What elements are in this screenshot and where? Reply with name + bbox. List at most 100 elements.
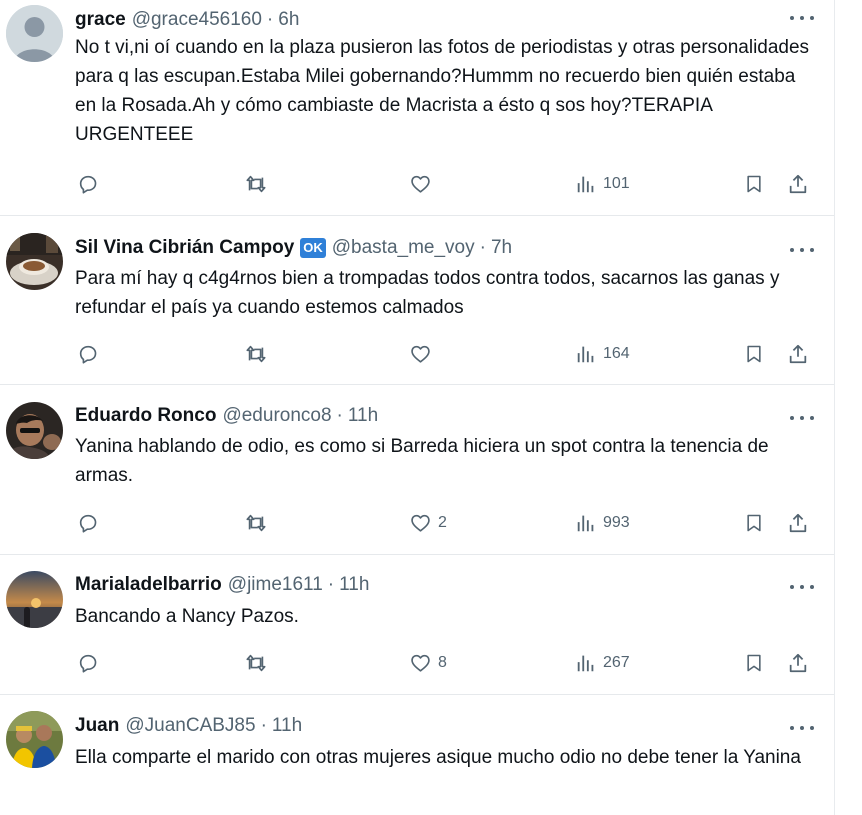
views-button[interactable]: 101: [575, 170, 630, 198]
tweet[interactable]: Juan @JuanCABJ85 · 11h Ella comparte el …: [0, 694, 834, 815]
retweet-button[interactable]: [244, 649, 268, 677]
avatar[interactable]: [6, 233, 63, 290]
retweet-icon: [246, 345, 266, 363]
reply-button[interactable]: [77, 649, 99, 677]
share-button[interactable]: [787, 340, 809, 368]
like-count: 2: [438, 514, 447, 531]
default-avatar-icon: [6, 5, 63, 62]
retweet-button[interactable]: [244, 509, 268, 537]
timestamp[interactable]: 11h: [339, 574, 369, 596]
reply-icon: [79, 654, 97, 673]
tweet-text: Bancando a Nancy Pazos.: [75, 606, 299, 627]
reply-button[interactable]: [77, 340, 99, 368]
author-handle[interactable]: @jime1611: [228, 574, 323, 596]
avatar[interactable]: [6, 711, 63, 768]
tweet-text: No t vi,ni oí cuando en la plaza pusiero…: [75, 37, 810, 145]
view-count: 993: [603, 514, 630, 531]
author-handle[interactable]: @eduronco8: [222, 405, 331, 427]
author-name[interactable]: Marialadelbarrio: [75, 574, 222, 596]
analytics-icon: [577, 346, 594, 363]
bookmark-icon: [747, 654, 761, 672]
share-icon: [789, 174, 807, 194]
tweet-header: Sil Vina Cibrián Campoy OK @basta_me_voy…: [75, 235, 512, 261]
views-button[interactable]: 164: [575, 340, 630, 368]
views-button[interactable]: 267: [575, 649, 630, 677]
bookmark-button[interactable]: [744, 170, 764, 198]
more-options-icon[interactable]: [790, 579, 814, 595]
author-name[interactable]: Juan: [75, 715, 119, 737]
more-options-icon[interactable]: [790, 410, 814, 426]
views-button[interactable]: 993: [575, 509, 630, 537]
tweet[interactable]: Sil Vina Cibrián Campoy OK @basta_me_voy…: [0, 215, 834, 385]
avatar[interactable]: [6, 5, 63, 62]
author-handle[interactable]: @grace456160: [132, 9, 262, 31]
retweet-button[interactable]: [244, 170, 268, 198]
author-name[interactable]: grace: [75, 9, 126, 31]
retweet-button[interactable]: [244, 340, 268, 368]
tweet-text: Yanina hablando de odio, es como si Barr…: [75, 436, 769, 486]
reply-icon: [79, 345, 97, 364]
retweet-icon: [246, 514, 266, 532]
bookmark-icon: [747, 514, 761, 532]
share-icon: [789, 344, 807, 364]
action-bar: 164: [75, 340, 825, 368]
view-count: 101: [603, 175, 630, 192]
tweet-header: Marialadelbarrio @jime1611 · 11h: [75, 572, 369, 598]
bookmark-icon: [747, 175, 761, 193]
separator-dot: ·: [479, 237, 486, 258]
share-button[interactable]: [787, 509, 809, 537]
reply-button[interactable]: [77, 170, 99, 198]
like-button[interactable]: 8: [409, 649, 447, 677]
timestamp[interactable]: 11h: [348, 405, 378, 427]
more-options-icon[interactable]: [790, 720, 814, 736]
retweet-icon: [246, 175, 266, 193]
reply-feed: grace @grace456160 · 6h No t vi,ni oí cu…: [0, 0, 835, 815]
retweet-icon: [246, 654, 266, 672]
author-name[interactable]: Eduardo Ronco: [75, 405, 216, 427]
separator-dot: ·: [266, 9, 274, 30]
like-count: 8: [438, 654, 447, 671]
view-count: 267: [603, 654, 630, 671]
separator-dot: ·: [327, 574, 335, 595]
verified-badge: OK: [300, 238, 326, 258]
bookmark-button[interactable]: [744, 340, 764, 368]
like-button[interactable]: 2: [409, 509, 447, 537]
coffee-cup-photo-icon: [6, 233, 63, 290]
heart-icon: [411, 175, 430, 193]
bookmark-button[interactable]: [744, 509, 764, 537]
author-handle[interactable]: @basta_me_voy: [332, 237, 475, 259]
tweet[interactable]: Eduardo Ronco @eduronco8 · 11h Yanina ha…: [0, 384, 834, 555]
tweet[interactable]: grace @grace456160 · 6h No t vi,ni oí cu…: [0, 0, 834, 216]
tweet-header: grace @grace456160 · 6h: [75, 7, 299, 33]
sunset-photo-icon: [6, 571, 63, 628]
author-name[interactable]: Sil Vina Cibrián Campoy: [75, 237, 294, 259]
avatar[interactable]: [6, 402, 63, 459]
action-bar: 8 267: [75, 649, 825, 677]
timestamp[interactable]: 6h: [278, 9, 299, 31]
analytics-icon: [577, 655, 594, 672]
view-count: 164: [603, 345, 630, 362]
like-button[interactable]: [409, 340, 438, 368]
tweet-text: Ella comparte el marido con otras mujere…: [75, 747, 801, 768]
tweet[interactable]: Marialadelbarrio @jime1611 · 11h Bancand…: [0, 554, 834, 695]
share-button[interactable]: [787, 649, 809, 677]
analytics-icon: [577, 176, 594, 193]
separator-dot: ·: [336, 405, 343, 426]
like-button[interactable]: [409, 170, 438, 198]
bookmark-button[interactable]: [744, 649, 764, 677]
timestamp[interactable]: 11h: [272, 715, 302, 737]
tweet-header: Eduardo Ronco @eduronco8 · 11h: [75, 403, 378, 429]
avatar[interactable]: [6, 571, 63, 628]
reply-button[interactable]: [77, 509, 99, 537]
more-options-icon[interactable]: [790, 242, 814, 258]
timestamp[interactable]: 7h: [491, 237, 512, 259]
share-button[interactable]: [787, 170, 809, 198]
action-bar: 2 993: [75, 509, 825, 537]
heart-icon: [411, 345, 430, 363]
person-photo-icon: [6, 402, 63, 459]
bookmark-icon: [747, 345, 761, 363]
more-options-icon[interactable]: [790, 10, 814, 26]
heart-icon: [411, 514, 430, 532]
tweet-header: Juan @JuanCABJ85 · 11h: [75, 713, 302, 739]
author-handle[interactable]: @JuanCABJ85: [125, 715, 255, 737]
